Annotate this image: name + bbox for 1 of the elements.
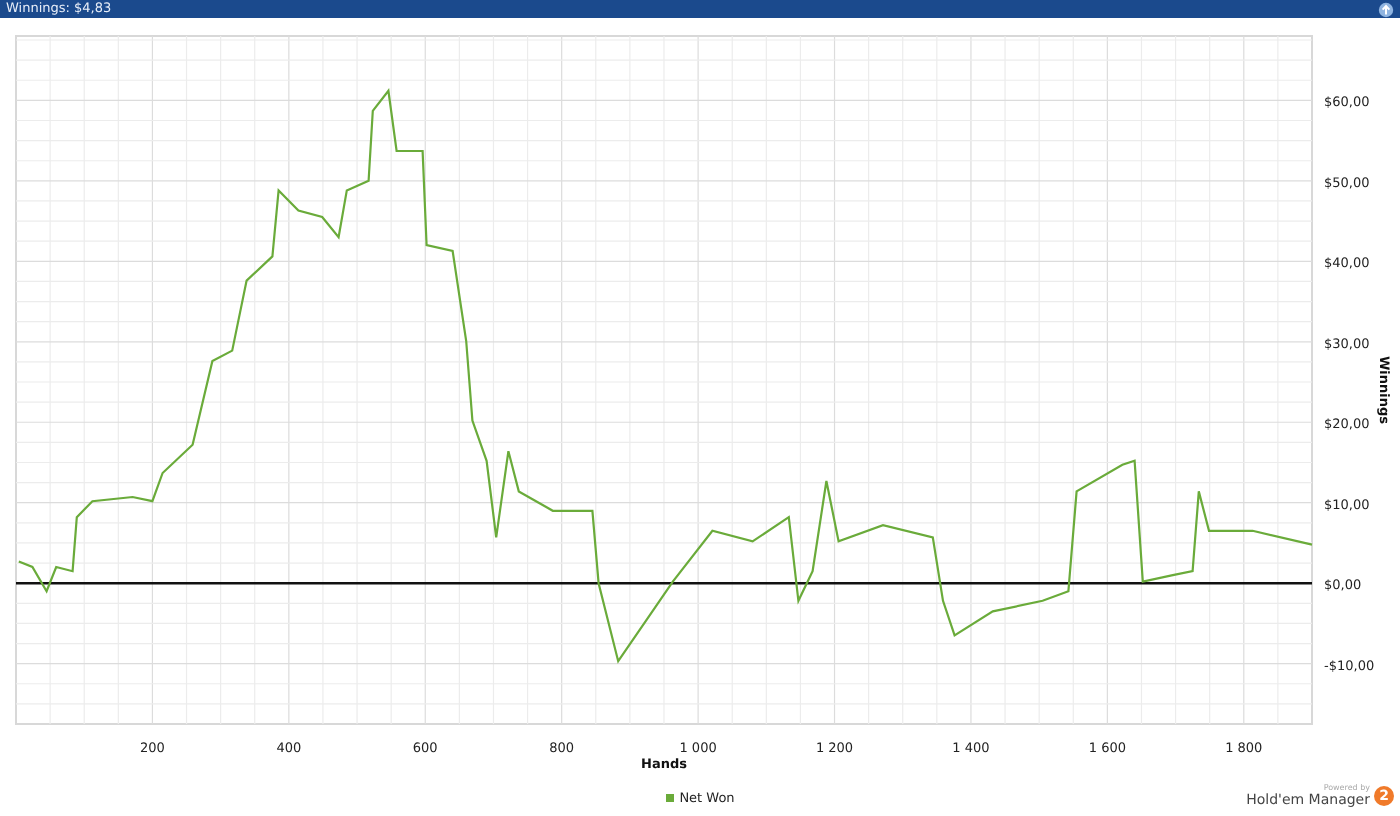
arrow-circle-icon[interactable] — [1378, 1, 1394, 17]
